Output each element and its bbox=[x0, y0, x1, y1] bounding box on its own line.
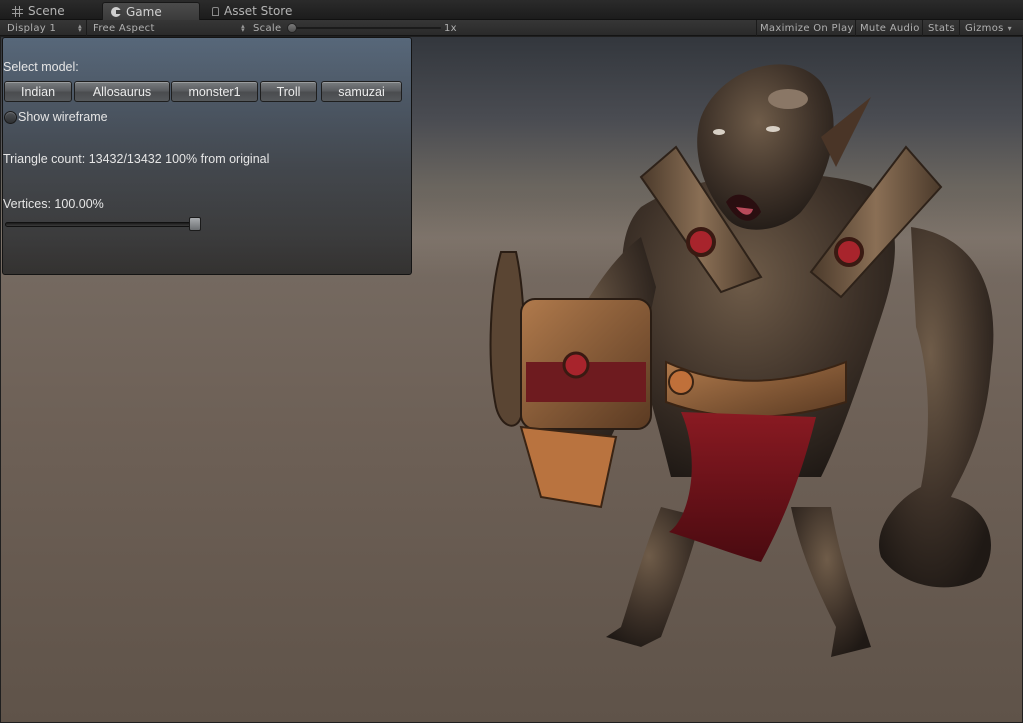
store-bag-icon bbox=[212, 7, 219, 16]
model-button-allosaurus[interactable]: Allosaurus bbox=[74, 81, 170, 102]
model-button-samuzai[interactable]: samuzai bbox=[321, 81, 402, 102]
tab-game-label: Game bbox=[126, 4, 162, 19]
editor-tab-bar: Scene Game Asset Store bbox=[0, 0, 1023, 20]
updown-arrows-icon: ▴ ▾ bbox=[78, 22, 82, 34]
tab-asset-store-label: Asset Store bbox=[224, 4, 293, 18]
display-dropdown[interactable]: Display 1 ▴ ▾ bbox=[7, 20, 82, 36]
display-dropdown-label: Display 1 bbox=[7, 22, 57, 34]
dropdown-arrow-icon: ▾ bbox=[1007, 23, 1012, 33]
scale-label: Scale bbox=[253, 22, 282, 34]
scale-slider-thumb[interactable] bbox=[287, 23, 297, 33]
select-model-label: Select model: bbox=[3, 60, 79, 74]
model-button-troll[interactable]: Troll bbox=[260, 81, 317, 102]
game-pacman-icon bbox=[111, 6, 122, 17]
scene-grid-icon bbox=[12, 5, 23, 17]
vertices-slider-track[interactable] bbox=[5, 222, 201, 227]
wireframe-label: Show wireframe bbox=[18, 110, 108, 124]
tab-scene[interactable]: Scene bbox=[4, 2, 73, 20]
model-button-indian[interactable]: Indian bbox=[4, 81, 72, 102]
tab-scene-label: Scene bbox=[28, 4, 65, 18]
updown-arrows-icon: ▴ ▾ bbox=[241, 22, 245, 34]
gizmos-label: Gizmos bbox=[965, 22, 1004, 34]
gizmos-dropdown[interactable]: Gizmos ▾ bbox=[965, 20, 1012, 36]
aspect-dropdown[interactable]: Free Aspect ▴ ▾ bbox=[93, 20, 245, 36]
scale-value: 1x bbox=[444, 22, 457, 34]
model-button-monster1[interactable]: monster1 bbox=[171, 81, 258, 102]
maximize-on-play-toggle[interactable]: Maximize On Play bbox=[760, 20, 854, 36]
mute-audio-toggle[interactable]: Mute Audio bbox=[860, 20, 920, 36]
stats-toggle[interactable]: Stats bbox=[928, 20, 955, 36]
lod-control-panel: Select model: Indian Allosaurus monster1… bbox=[2, 37, 412, 275]
tab-game[interactable]: Game bbox=[102, 2, 200, 20]
tab-asset-store[interactable]: Asset Store bbox=[204, 2, 300, 20]
scale-slider-track[interactable] bbox=[291, 27, 441, 29]
wireframe-toggle[interactable] bbox=[4, 111, 17, 124]
vertices-slider-thumb[interactable] bbox=[189, 217, 201, 231]
game-view-toolbar: Display 1 ▴ ▾ Free Aspect ▴ ▾ Scale 1x Max… bbox=[0, 20, 1023, 36]
aspect-dropdown-label: Free Aspect bbox=[93, 22, 155, 34]
vertices-text: Vertices: 100.00% bbox=[3, 197, 104, 211]
triangle-count-text: Triangle count: 13432/13432 100% from or… bbox=[3, 152, 270, 166]
